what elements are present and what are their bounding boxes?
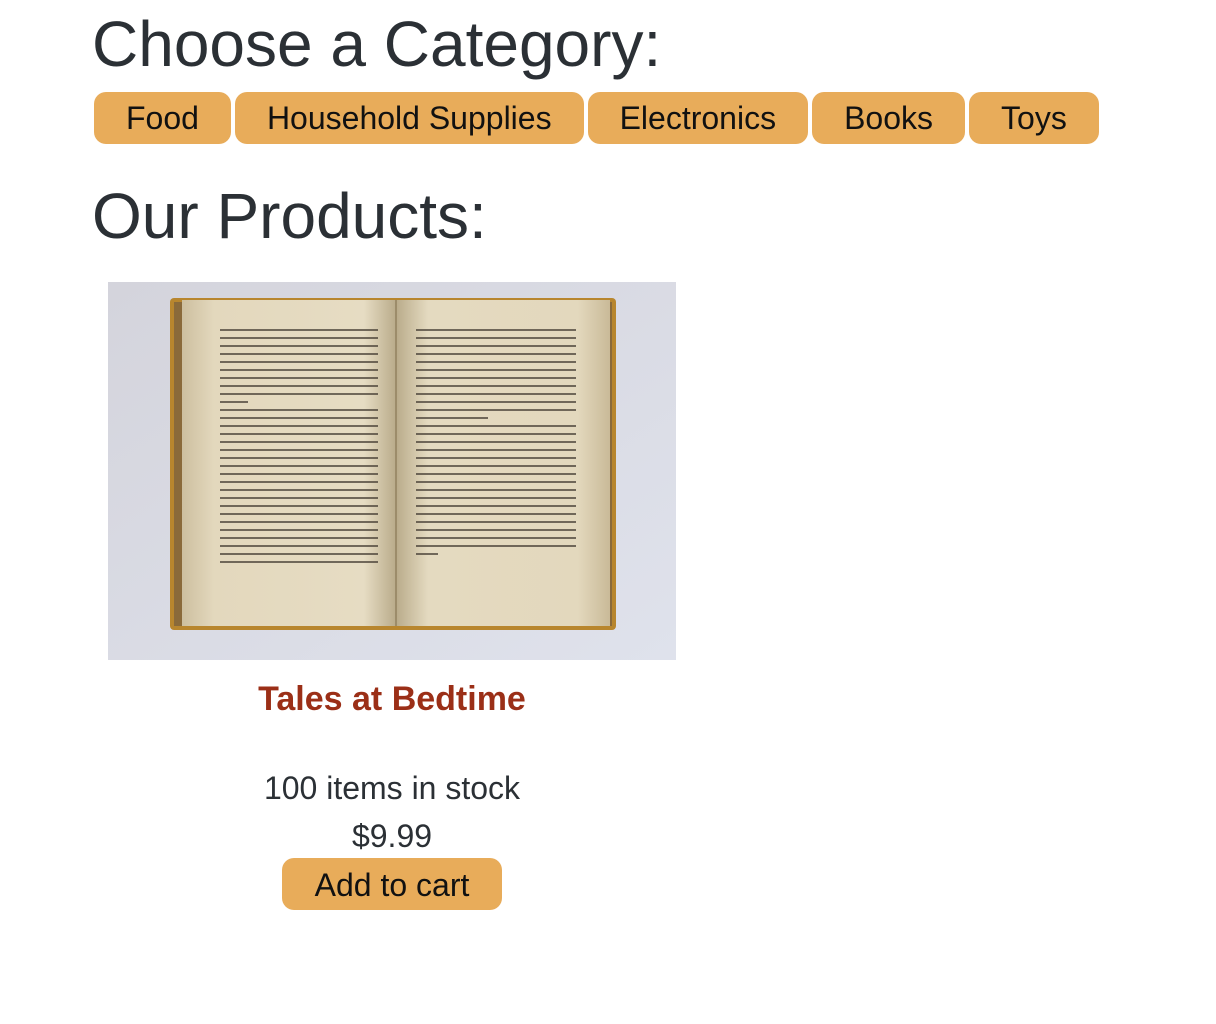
category-button-household-supplies[interactable]: Household Supplies <box>234 92 584 144</box>
product-title[interactable]: Tales at Bedtime <box>108 678 676 720</box>
product-card: Tales at Bedtime 100 items in stock $9.9… <box>108 282 676 910</box>
category-button-electronics[interactable]: Electronics <box>587 92 809 144</box>
category-button-books[interactable]: Books <box>812 92 966 144</box>
category-button-food[interactable]: Food <box>94 92 231 144</box>
stock-count: 100 items in stock <box>263 770 521 806</box>
add-to-cart-button[interactable]: Add to cart <box>282 858 502 910</box>
product-image <box>108 282 676 660</box>
product-price: $9.99 <box>351 818 433 854</box>
products-heading: Our Products: <box>92 180 487 252</box>
category-heading: Choose a Category: <box>92 8 662 80</box>
category-bar: Food Household Supplies Electronics Book… <box>94 92 1099 144</box>
category-button-toys[interactable]: Toys <box>969 92 1099 144</box>
store-page: Choose a Category: Food Household Suppli… <box>0 0 1216 1024</box>
